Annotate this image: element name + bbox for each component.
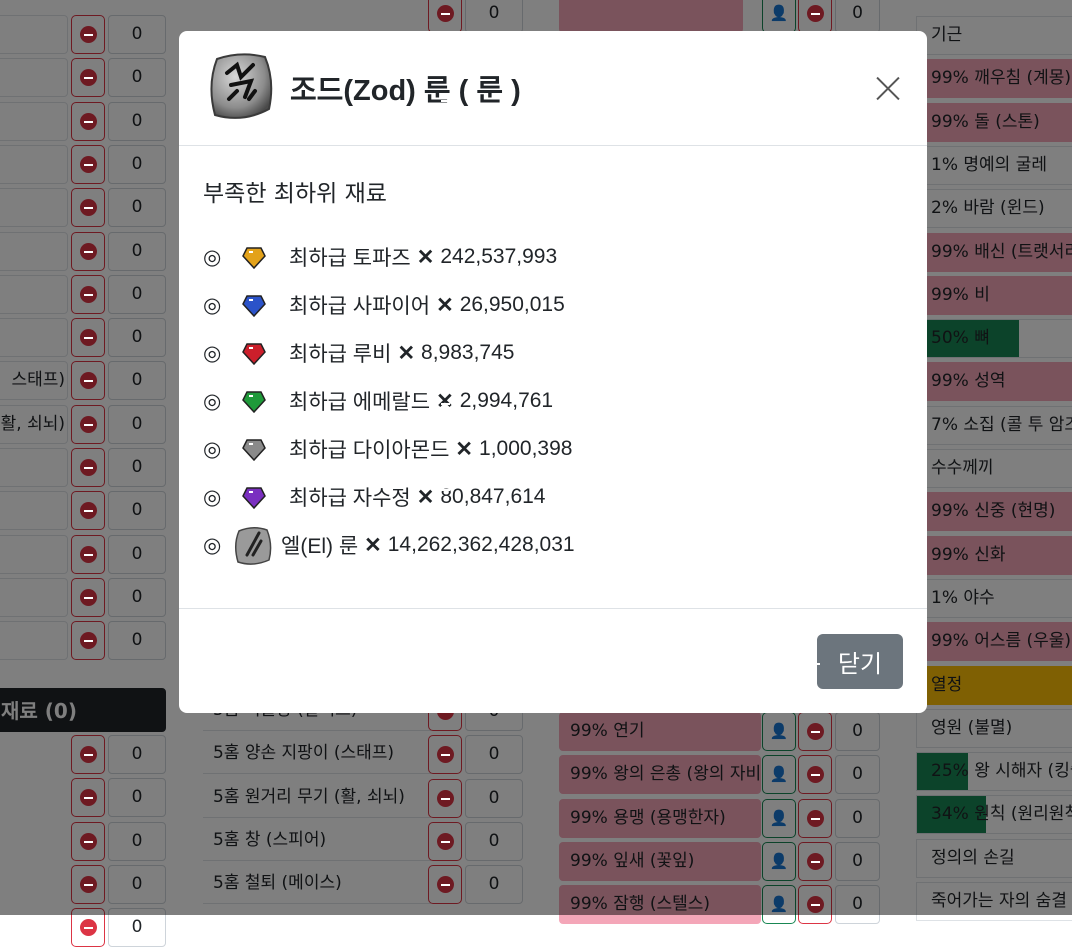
material-item: ◎ 최하급 에메랄드 ✕ 2,994,761 bbox=[203, 377, 575, 425]
modal-footer: 닫기 bbox=[179, 608, 927, 713]
bullet: ◎ bbox=[203, 533, 222, 557]
emerald-icon bbox=[242, 391, 266, 414]
material-qty: 8,983,745 bbox=[421, 341, 515, 364]
bullet: ◎ bbox=[203, 293, 222, 317]
material-item: ◎ 최하급 다이아몬드 ✕ 1,000,398 bbox=[203, 425, 575, 473]
close-icon[interactable] bbox=[871, 71, 905, 105]
modal-title: 조드(Zod) 룬 ( 룬 ) bbox=[290, 75, 521, 107]
material-name: 최하급 사파이어 bbox=[289, 295, 431, 318]
times-icon: ✕ bbox=[436, 293, 454, 317]
material-qty: 1,000,398 bbox=[479, 437, 573, 460]
diamond-icon bbox=[242, 439, 266, 462]
material-item: ◎ 최하급 토파즈 ✕ 242,537,993 bbox=[203, 233, 575, 281]
material-name: 최하급 루비 bbox=[289, 343, 392, 366]
times-icon: ✕ bbox=[416, 485, 435, 509]
bullet: ◎ bbox=[203, 341, 222, 365]
material-name: 최하급 다이아몬드 bbox=[289, 439, 450, 462]
bullet: ◎ bbox=[203, 245, 222, 269]
rune-detail-modal: 조드(Zod) 룬 ( 룬 ) 부족한 최하위 재료 ◎ 최하급 토파즈 ✕ 242,… bbox=[179, 31, 927, 713]
amethyst-icon bbox=[242, 487, 266, 510]
material-qty: 80,847,614 bbox=[440, 485, 546, 508]
modal-subtitle: 부족한 최하위 재료 bbox=[203, 181, 387, 207]
material-item: ◎ 최하급 사파이어 ✕ 26,950,015 bbox=[203, 281, 575, 329]
material-name: 최하급 에메랄드 bbox=[289, 391, 431, 414]
zod-rune-icon bbox=[210, 53, 273, 119]
bullet: ◎ bbox=[203, 485, 222, 509]
bullet: ◎ bbox=[203, 437, 222, 461]
material-name: 최하급 토파즈 bbox=[289, 247, 411, 270]
ruby-icon bbox=[242, 343, 266, 366]
times-icon: ✕ bbox=[364, 533, 382, 557]
material-qty: 14,262,362,428,031 bbox=[387, 533, 575, 556]
close-button[interactable]: 닫기 bbox=[817, 634, 903, 689]
material-item: ◎ 최하급 루비 ✕ 8,983,745 bbox=[203, 329, 575, 377]
modal-header: 조드(Zod) 룬 ( 룬 ) bbox=[179, 31, 927, 146]
material-name: 엘(El) 룬 bbox=[281, 535, 359, 558]
material-qty: 26,950,015 bbox=[459, 293, 565, 316]
material-qty: 242,537,993 bbox=[440, 245, 558, 268]
times-icon: ✕ bbox=[436, 389, 454, 413]
el-rune-icon bbox=[235, 527, 272, 565]
topaz-icon bbox=[242, 247, 266, 270]
material-qty: 2,994,761 bbox=[459, 389, 554, 412]
material-item: ◎ 엘(El) 룬 ✕ 14,262,362,428,031 bbox=[203, 521, 575, 569]
material-name: 최하급 자수정 bbox=[289, 487, 411, 510]
material-list: ◎ 최하급 토파즈 ✕ 242,537,993 ◎ 최하급 사파이어 ✕ 26,950,015… bbox=[203, 233, 575, 569]
times-icon: ✕ bbox=[416, 245, 435, 269]
bullet: ◎ bbox=[203, 389, 222, 413]
material-item: ◎ 최하급 자수정 ✕ 80,847,614 bbox=[203, 473, 575, 521]
sapphire-icon bbox=[242, 295, 266, 318]
times-icon: ✕ bbox=[397, 341, 416, 365]
times-icon: ✕ bbox=[455, 437, 474, 461]
